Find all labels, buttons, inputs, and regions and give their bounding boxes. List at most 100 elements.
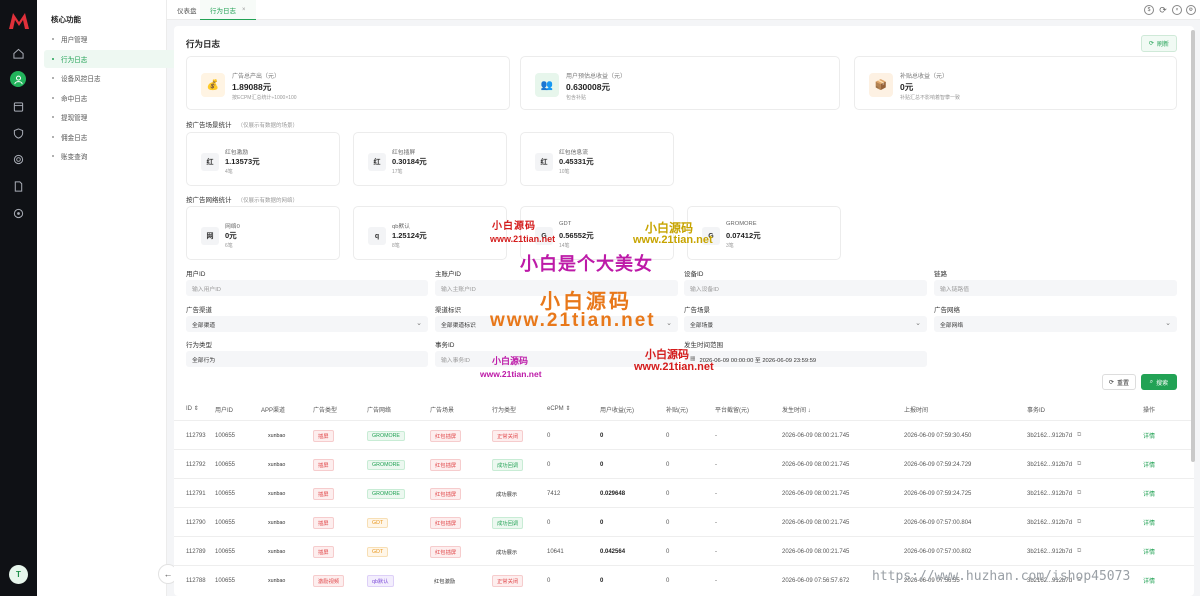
- column-header-ecpm[interactable]: eCPM ⇕: [547, 405, 570, 412]
- cell-ad-network-text: GROMORE: [367, 459, 405, 470]
- cell-action-type-text: 成功回调: [492, 458, 524, 471]
- detail-link-text: 详情: [1143, 550, 1156, 556]
- cell-platform-keep: -: [715, 421, 717, 450]
- cell-ecpm-text: 0: [547, 432, 551, 439]
- cell-action-type: 成功回调: [492, 508, 524, 537]
- action-type-select[interactable]: 全部行为: [186, 351, 428, 367]
- cell-occur-time: 2026-06-09 08:00:21.745: [782, 479, 849, 508]
- copy-icon[interactable]: ⧉: [1077, 548, 1081, 555]
- copy-icon[interactable]: ⧉: [1077, 432, 1081, 439]
- cell-report-time-text: 2026-06-09 07:57:00.802: [904, 548, 972, 555]
- reset-button[interactable]: ⟳ 重置: [1102, 374, 1136, 390]
- network-glyph: 网: [201, 227, 219, 245]
- refresh-icon[interactable]: ⟳: [1158, 5, 1168, 15]
- dollar-icon[interactable]: $: [1144, 5, 1154, 15]
- detail-link[interactable]: 详情: [1143, 537, 1155, 566]
- copy-icon[interactable]: ⧉: [1077, 577, 1081, 584]
- ad-channel-select[interactable]: 全部渠道 ⌄: [186, 316, 428, 332]
- tab-behavior-log[interactable]: 行为日志 ×: [200, 0, 256, 20]
- summary-glyph: 📦: [874, 79, 888, 91]
- menu-item-hit-log[interactable]: 命中日志: [44, 89, 195, 107]
- column-header-action-type: 行为类型: [492, 408, 517, 414]
- close-icon[interactable]: ×: [242, 7, 246, 13]
- shield-icon[interactable]: [10, 125, 26, 141]
- cell-occur-time: 2026-06-09 08:00:21.745: [782, 450, 849, 479]
- search-button[interactable]: ⌕ 搜索: [1141, 374, 1177, 390]
- detail-link[interactable]: 详情: [1143, 421, 1155, 450]
- cell-ad-network: qb默认: [367, 566, 394, 595]
- main-account-input[interactable]: 输入主账户ID: [435, 280, 678, 296]
- cell-tx-id: 3b2162...912b7d ⧉: [1027, 537, 1081, 566]
- scene-value: 0.45331元: [559, 157, 594, 166]
- cell-user-income-text: 0: [600, 577, 604, 584]
- time-range-picker[interactable]: ▦ 2026-06-09 00:00:00 至 2026-06-09 23:59:…: [684, 351, 927, 367]
- cell-ad-scene: 红包插屏: [430, 508, 462, 537]
- menu-dot: [52, 136, 54, 138]
- ad-network-select[interactable]: 全部网络 ⌄: [934, 316, 1177, 332]
- summary-card-subsidy: 📦 补贴总收益（元） 0元 补贴汇总不影响着智攀一致: [854, 56, 1177, 110]
- network-card: q qb默认 1.25124元 8笔: [353, 206, 507, 260]
- cell-report-time-text: 2026-06-09 07:59:24.725: [904, 490, 972, 497]
- cell-user-id-text: 100655: [215, 548, 236, 555]
- menu-item-behavior-log[interactable]: 行为日志: [44, 50, 195, 68]
- menu-item-users[interactable]: 用户管理: [44, 30, 195, 48]
- cell-report-time-text: 2026-06-09 07:56:55: [904, 577, 960, 584]
- cell-subsidy: 0: [666, 537, 669, 566]
- settings-icon[interactable]: [10, 205, 26, 221]
- channel-tag-select[interactable]: 全部渠道标识 ⌄: [435, 316, 678, 332]
- cell-ad-scene-text: 红包插屏: [430, 516, 462, 529]
- scene-glyph: 红: [535, 153, 553, 171]
- menu-item-device-risk-log[interactable]: 设备风控日志: [44, 69, 195, 87]
- detail-link[interactable]: 详情: [1143, 566, 1155, 595]
- device-id-input[interactable]: 输入设备ID: [684, 280, 927, 296]
- link-input[interactable]: 输入链路值: [934, 280, 1177, 296]
- column-header-occur-time[interactable]: 发生时间 ↓: [782, 405, 811, 414]
- cell-tx-id-text: 3b2162...912b7d: [1027, 432, 1073, 439]
- cell-ad-type-text: 插屏: [313, 545, 334, 558]
- copy-icon[interactable]: ⧉: [1077, 490, 1081, 497]
- column-title: eCPM: [547, 406, 564, 412]
- gear-icon[interactable]: ⚙: [1186, 5, 1196, 15]
- user-id-input[interactable]: 输入用户ID: [186, 280, 428, 296]
- cell-tx-id-text: 3b2162...912b7d: [1027, 519, 1073, 526]
- detail-link[interactable]: 详情: [1143, 508, 1155, 537]
- ad-scene-select[interactable]: 全部场景 ⌄: [684, 316, 927, 332]
- close-circle-icon[interactable]: ×: [1172, 5, 1182, 15]
- table-row: 112793 100655 xunbao 插屏 GROMORE 红包插屏 正常关闭 0 0 0 - 2…: [174, 420, 1194, 449]
- column-header-id[interactable]: ID ⇕: [186, 405, 199, 412]
- cell-ad-scene: 红包插屏: [430, 479, 462, 508]
- menu-dot: [52, 38, 54, 40]
- cell-action-type: 成功展示: [492, 537, 521, 566]
- menu-item-balance-query[interactable]: 账变查询: [44, 147, 195, 165]
- document-icon[interactable]: [10, 178, 26, 194]
- summary-value: 0.630008元: [566, 82, 610, 92]
- copy-icon[interactable]: ⧉: [1077, 461, 1081, 468]
- refresh-label: 刷新: [1157, 42, 1170, 48]
- home-icon[interactable]: [10, 45, 26, 61]
- summary-card-user-income: 👥 用户预估总收益（元） 0.630008元 包含补贴: [520, 56, 840, 110]
- scrollbar[interactable]: [1191, 30, 1195, 462]
- cell-user-id-text: 100655: [215, 432, 236, 439]
- refresh-button[interactable]: ⟳ 刷新: [1141, 35, 1177, 52]
- support-icon[interactable]: [10, 151, 26, 167]
- cell-subsidy-text: 0: [666, 490, 670, 497]
- cell-platform-keep-text: -: [715, 461, 717, 468]
- detail-link[interactable]: 详情: [1143, 450, 1155, 479]
- network-value: 1.25124元: [392, 231, 427, 240]
- select-value: 全部渠道: [192, 322, 216, 329]
- cell-user-income: 0: [600, 566, 603, 595]
- detail-link-text: 详情: [1143, 492, 1156, 498]
- summary-label: 补贴总收益（元）: [900, 74, 949, 80]
- avatar[interactable]: T: [9, 565, 28, 584]
- event-id-input[interactable]: 输入事务ID: [435, 351, 678, 367]
- menu-item-withdraw[interactable]: 提现管理: [44, 108, 195, 126]
- column-header-action: 操作: [1143, 408, 1156, 414]
- user-icon[interactable]: [10, 71, 26, 87]
- menu-dot: [52, 155, 54, 157]
- cell-ad-scene: 红包插屏: [430, 450, 462, 479]
- menu-item-commission-log[interactable]: 佣金日志: [44, 128, 195, 146]
- detail-link[interactable]: 详情: [1143, 479, 1155, 508]
- main-content: 行为日志 ⟳ 刷新 💰 广告总产出（元） 1.89088元 按ECPM汇总统计÷1…: [174, 26, 1194, 596]
- copy-icon[interactable]: ⧉: [1077, 519, 1081, 526]
- calendar-icon[interactable]: [10, 98, 26, 114]
